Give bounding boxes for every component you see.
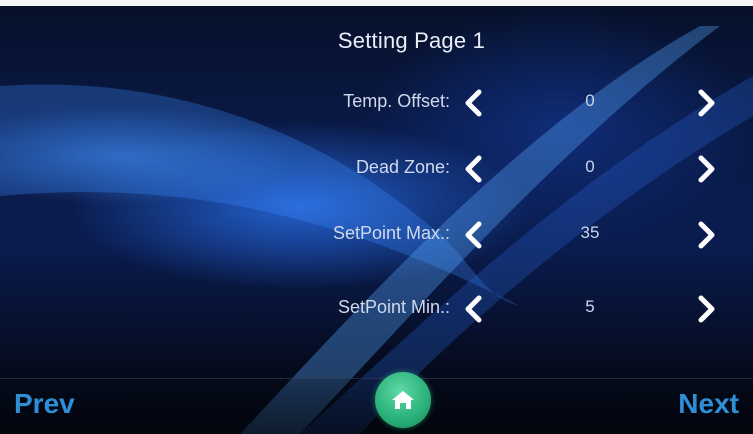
- setting-label: Temp. Offset:: [343, 91, 450, 111]
- device-frame: Setting Page 1 Temp. Offset: 0 Dead Zone…: [0, 0, 753, 434]
- next-button[interactable]: Next: [678, 388, 739, 420]
- settings-screen: Setting Page 1 Temp. Offset: 0 Dead Zone…: [0, 6, 753, 434]
- home-button[interactable]: [375, 372, 431, 428]
- setting-label: SetPoint Min.:: [337, 297, 450, 317]
- prev-button[interactable]: Prev: [14, 388, 75, 420]
- home-icon: [392, 391, 414, 409]
- setting-label: Dead Zone:: [355, 157, 450, 177]
- setting-row-setpoint-min: SetPoint Min.: 5: [0, 289, 753, 329]
- page-title: Setting Page 1: [337, 28, 486, 53]
- setting-row-setpoint-max: SetPoint Max.: 35: [0, 215, 753, 255]
- setting-row-dead-zone: Dead Zone: 0: [0, 149, 753, 189]
- setting-row-temp-offset: Temp. Offset: 0: [0, 83, 753, 123]
- chevron-left-icon[interactable]: [458, 153, 490, 185]
- setting-value: 0: [585, 157, 595, 176]
- chevron-left-icon[interactable]: [458, 293, 490, 325]
- setting-value: 5: [585, 297, 595, 316]
- chevron-right-icon[interactable]: [690, 153, 722, 185]
- chevron-left-icon[interactable]: [458, 87, 490, 119]
- setting-value: 35: [580, 223, 600, 242]
- chevron-right-icon[interactable]: [690, 87, 722, 119]
- chevron-right-icon[interactable]: [690, 219, 722, 251]
- chevron-left-icon[interactable]: [458, 219, 490, 251]
- setting-label: SetPoint Max.:: [332, 223, 450, 243]
- chevron-right-icon[interactable]: [690, 293, 722, 325]
- setting-value: 0: [585, 91, 595, 110]
